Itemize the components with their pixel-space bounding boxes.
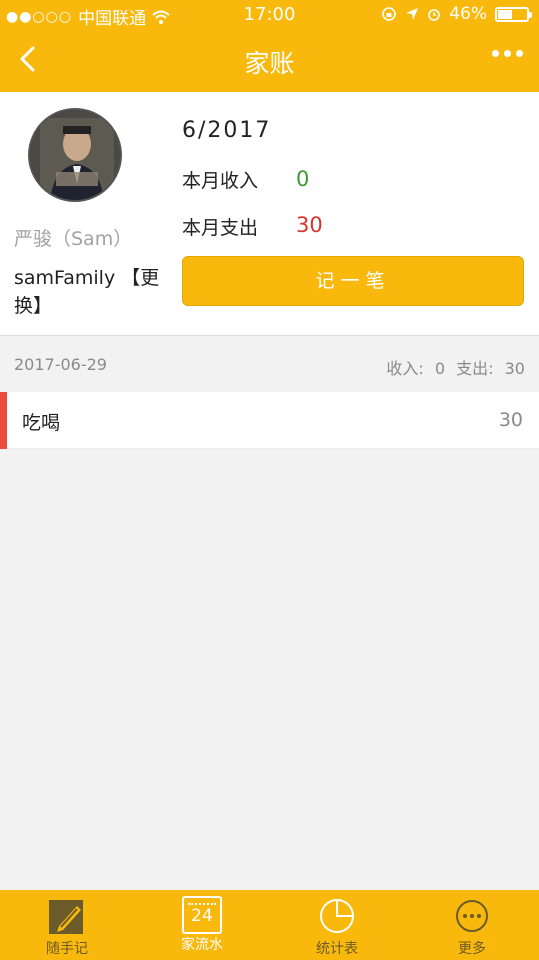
- nav-bar: 家账: [0, 30, 539, 92]
- item-category: 吃喝: [22, 412, 61, 434]
- avatar[interactable]: [28, 108, 122, 202]
- avatar-photo: [30, 110, 120, 200]
- more-dot: [504, 50, 511, 57]
- rotation-lock-icon: [382, 7, 397, 21]
- account-summary: 严骏（Sam） samFamily 【更换】 6/2017 本月收入 0 本月支…: [0, 92, 539, 336]
- income-label: 本月收入: [182, 170, 259, 192]
- record-entry-button[interactable]: 记一笔: [182, 256, 524, 306]
- calendar-24-icon: 24: [182, 896, 222, 934]
- tab-label: 家流水: [181, 937, 223, 953]
- day-summary: 收入: 0 支出: 30: [386, 359, 525, 378]
- more-icon: [452, 896, 492, 936]
- status-right: 46%: [381, 4, 532, 24]
- day-date: 2017-06-29: [14, 355, 107, 374]
- tab-family-flow[interactable]: 24 家流水: [157, 896, 247, 954]
- chart-icon: [317, 896, 357, 936]
- more-dot: [492, 50, 499, 57]
- expense-value: 30: [296, 213, 323, 237]
- income-value: 0: [296, 167, 310, 191]
- tab-quick-record[interactable]: 随手记: [22, 896, 112, 958]
- more-dot: [516, 50, 523, 57]
- list-item[interactable]: 吃喝 30: [0, 392, 539, 449]
- tab-more[interactable]: 更多: [427, 896, 517, 958]
- battery-icon: [495, 6, 532, 22]
- expense-label: 本月支出: [182, 217, 259, 239]
- battery-percent: 46%: [449, 4, 487, 24]
- tab-label: 统计表: [316, 941, 358, 957]
- tab-label: 随手记: [46, 941, 88, 957]
- month-label: 6/2017: [182, 118, 272, 143]
- tab-statistics[interactable]: 统计表: [292, 896, 382, 958]
- top-header: ●●○○○ 中国联通 17:00 46% 家账: [0, 0, 539, 92]
- location-icon: [406, 8, 419, 20]
- category-color-bar: [0, 392, 7, 449]
- day-header: 2017-06-29 收入: 0 支出: 30: [0, 336, 539, 392]
- family-switch-link[interactable]: samFamily 【更换】: [14, 264, 174, 320]
- tab-label: 更多: [458, 941, 486, 957]
- alarm-icon: [428, 9, 441, 21]
- item-amount: 30: [498, 409, 523, 431]
- more-menu-button[interactable]: [492, 50, 523, 57]
- tab-bar: 随手记 24 家流水 统计表 更多: [0, 890, 539, 960]
- status-bar: ●●○○○ 中国联通 17:00 46%: [0, 0, 539, 30]
- page-title: 家账: [244, 49, 295, 78]
- user-name: 严骏（Sam）: [14, 228, 133, 250]
- pencil-note-icon: [47, 896, 87, 936]
